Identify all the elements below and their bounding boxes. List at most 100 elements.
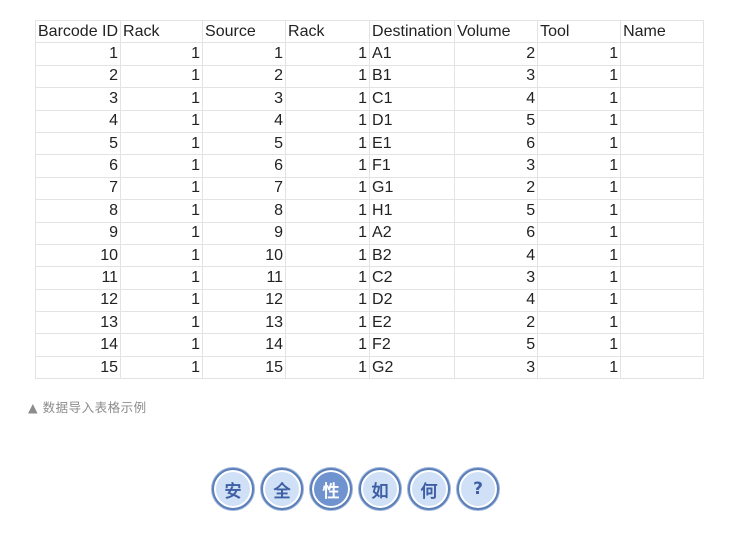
- table-cell: 5: [454, 333, 539, 357]
- table-cell: 9: [34, 221, 122, 245]
- table-cell: C1: [369, 87, 456, 111]
- table-cell: 2: [34, 64, 122, 89]
- table-cell: 10: [34, 243, 122, 268]
- column-header: Source: [202, 19, 287, 44]
- table-cell: 1: [537, 311, 622, 335]
- table-cell: 1: [120, 109, 204, 133]
- table-cell: 6: [454, 221, 539, 245]
- table-cell: 1: [120, 266, 204, 290]
- table-cell: 1: [285, 176, 371, 201]
- table-row: 1 1 1 1 A1 2 1: [34, 42, 705, 66]
- table-cell: 1: [537, 199, 622, 223]
- table-cell: 5: [454, 199, 539, 223]
- table-cell: F2: [369, 333, 456, 357]
- table-cell: 1: [537, 176, 622, 201]
- table-cell: 1: [120, 221, 204, 245]
- table-cell: 1: [537, 87, 622, 111]
- table-cell: 1: [285, 87, 371, 111]
- badge-circle: ?: [457, 468, 499, 510]
- table-cell: [620, 154, 705, 178]
- table-cell: B2: [369, 243, 456, 268]
- table-cell: 1: [285, 64, 371, 89]
- badge-char: 安: [224, 481, 242, 502]
- table-cell: 1: [120, 42, 204, 66]
- table-cell: A1: [369, 42, 456, 66]
- table-cell: 1: [120, 288, 204, 313]
- table-cell: [620, 355, 705, 380]
- table-cell: 1: [285, 221, 371, 245]
- table-cell: [620, 243, 705, 268]
- table-cell: C2: [369, 266, 456, 290]
- table-cell: 1: [285, 131, 371, 156]
- table-cell: [620, 109, 705, 133]
- data-import-sample-table: Barcode ID Rack Source Rack Destination Volum…: [34, 19, 705, 380]
- table-cell: B1: [369, 64, 456, 89]
- badge-circle: 何: [408, 468, 450, 510]
- table-cell: [620, 288, 705, 313]
- table-cell: 14: [202, 333, 287, 357]
- table-row: 9 1 9 1 A2 6 1: [34, 221, 705, 245]
- question-badges: 安 全 性 如 何?: [212, 468, 499, 510]
- table-cell: 1: [537, 131, 622, 156]
- table-row: 8 1 8 1 H1 5 1: [34, 199, 705, 223]
- table-cell: 1: [537, 109, 622, 133]
- table-cell: 4: [454, 288, 539, 313]
- table-cell: D2: [369, 288, 456, 313]
- table-cell: 5: [34, 131, 122, 156]
- column-header: Barcode ID: [34, 19, 122, 44]
- table-cell: 1: [285, 154, 371, 178]
- table-cell: 4: [454, 87, 539, 111]
- table-cell: 12: [34, 288, 122, 313]
- table-cell: 6: [34, 154, 122, 178]
- table-cell: 11: [202, 266, 287, 290]
- table-cell: 1: [120, 176, 204, 201]
- table-cell: H1: [369, 199, 456, 223]
- table-cell: 15: [34, 355, 122, 380]
- table-cell: 2: [454, 176, 539, 201]
- table-cell: 1: [537, 154, 622, 178]
- table-cell: [620, 131, 705, 156]
- table-cell: 1: [120, 154, 204, 178]
- badge-char: 如: [371, 481, 389, 502]
- table-cell: 1: [537, 355, 622, 380]
- table-row: 5 1 5 1 E1 6 1: [34, 131, 705, 156]
- table-cell: [620, 64, 705, 89]
- table-cell: 5: [202, 131, 287, 156]
- table-cell: D1: [369, 109, 456, 133]
- table-cell: 3: [454, 64, 539, 89]
- table-cell: 15: [202, 355, 287, 380]
- table-row: 13 1 13 1 E2 2 1: [34, 311, 705, 335]
- table-cell: [620, 333, 705, 357]
- table-body: 1 1 1 1 A1 2 1 2 1 2 1 B1 3 1 3 1 3 1 C1 4 1 4 1 4 1 D1 5 1 5 1 5 1 E1 6 1…: [34, 42, 705, 380]
- table-cell: 8: [202, 199, 287, 223]
- table-cell: 4: [454, 243, 539, 268]
- column-header: Rack: [285, 19, 371, 44]
- table-cell: E1: [369, 131, 456, 156]
- table-cell: 1: [120, 87, 204, 111]
- table-cell: [620, 42, 705, 66]
- table-cell: 1: [285, 199, 371, 223]
- table-cell: G1: [369, 176, 456, 201]
- badge-circle: 如: [359, 468, 401, 510]
- table-row: 3 1 3 1 C1 4 1: [34, 87, 705, 111]
- badge-circle: 安: [212, 468, 254, 510]
- table-caption: ▲ 数据导入表格示例: [28, 400, 147, 415]
- table-cell: 6: [202, 154, 287, 178]
- table-cell: 1: [285, 333, 371, 357]
- table-row: 15 1 15 1 G2 3 1: [34, 355, 705, 380]
- table-cell: 1: [120, 355, 204, 380]
- column-header: Destination: [369, 19, 456, 44]
- table-row: 12 1 12 1 D2 4 1: [34, 288, 705, 313]
- table-cell: 1: [537, 64, 622, 89]
- table-cell: 1: [285, 355, 371, 380]
- table-cell: 3: [454, 154, 539, 178]
- table-cell: 4: [34, 109, 122, 133]
- table-cell: [620, 221, 705, 245]
- table-cell: 7: [202, 176, 287, 201]
- table-cell: 3: [202, 87, 287, 111]
- table-cell: 2: [454, 311, 539, 335]
- table-cell: 2: [202, 64, 287, 89]
- table-cell: 1: [537, 288, 622, 313]
- table-cell: [620, 266, 705, 290]
- table-header-row: Barcode ID Rack Source Rack Destination Volum…: [34, 19, 705, 44]
